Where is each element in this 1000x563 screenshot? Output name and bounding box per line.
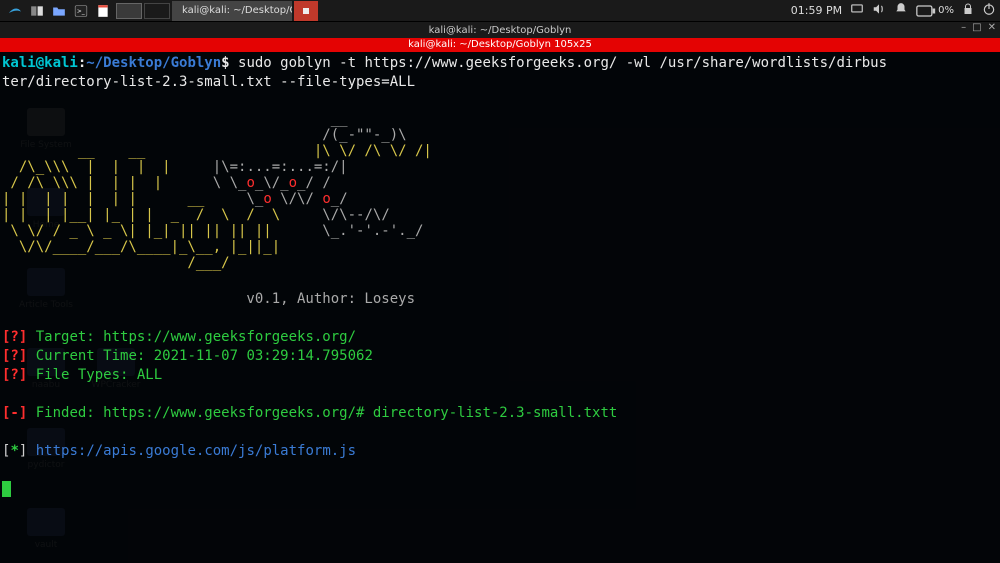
window-minimize-icon[interactable]: –: [961, 22, 966, 33]
filetype-key: File Types:: [27, 367, 137, 383]
terminal-launcher-icon[interactable]: >_: [70, 1, 92, 21]
filetype-value: ALL: [137, 367, 162, 383]
time-key: Current Time:: [27, 348, 153, 364]
clock[interactable]: 01:59 PM: [791, 4, 842, 17]
workspace-2[interactable]: [144, 3, 170, 19]
ascii-art-block: __ /(_-""-_)\ __ __ |\ \/ /\ \/ /| /\_\\…: [2, 111, 998, 271]
svg-text:>_: >_: [77, 8, 85, 14]
marker-dash: [-]: [2, 405, 27, 421]
window-titlebar[interactable]: kali@kali: ~/Desktop/Goblyn – □ ✕: [0, 22, 1000, 38]
kali-menu-icon[interactable]: [4, 1, 26, 21]
window-close-icon[interactable]: ✕: [988, 22, 996, 33]
taskbar-item-label: kali@kali: ~/Desktop/Go...: [182, 5, 292, 16]
prompt-userhost: kali@kali: [2, 55, 78, 71]
battery-percent: 0%: [938, 6, 954, 16]
file-manager-icon[interactable]: [26, 1, 48, 21]
terminal-tab-label: kali@kali: ~/Desktop/Goblyn 105x25: [408, 39, 592, 50]
command-line-2: ter/directory-list-2.3-small.txt --file-…: [2, 74, 415, 90]
display-toggle-icon[interactable]: [850, 2, 864, 19]
notification-bell-icon[interactable]: [894, 2, 908, 19]
found-url: https://apis.google.com/js/platform.js: [36, 443, 356, 459]
marker-question-3: [?]: [2, 367, 27, 383]
marker-star-core: *: [10, 443, 18, 459]
prompt-path: ~/Desktop/Goblyn: [86, 55, 221, 71]
marker-question-2: [?]: [2, 348, 27, 364]
battery-indicator[interactable]: 0%: [916, 5, 954, 17]
window-maximize-icon[interactable]: □: [972, 22, 981, 33]
terminal-window: kali@kali: ~/Desktop/Goblyn – □ ✕ kali@k…: [0, 22, 1000, 563]
window-controls: – □ ✕: [961, 22, 996, 33]
panel-left: >_ kali@kali: ~/Desktop/Go...: [4, 1, 318, 21]
taskbar-item-recorder[interactable]: [294, 1, 318, 21]
terminal-tab-bar[interactable]: kali@kali: ~/Desktop/Goblyn 105x25: [0, 38, 1000, 52]
marker-question-1: [?]: [2, 329, 27, 345]
text-editor-icon[interactable]: [92, 1, 114, 21]
command-line-1: sudo goblyn -t https://www.geeksforgeeks…: [230, 55, 887, 71]
finded-key: Finded:: [27, 405, 103, 421]
panel-right: 01:59 PM 0%: [791, 2, 996, 19]
taskbar-item-terminal[interactable]: kali@kali: ~/Desktop/Go...: [172, 1, 292, 21]
terminal-cursor: [2, 481, 11, 497]
xfce-panel: >_ kali@kali: ~/Desktop/Go... 01:59 PM 0…: [0, 0, 1000, 22]
window-title: kali@kali: ~/Desktop/Goblyn: [429, 25, 572, 36]
finded-value: https://www.geeksforgeeks.org/# director…: [103, 405, 617, 421]
folder-icon[interactable]: [48, 1, 70, 21]
lock-icon[interactable]: [962, 2, 974, 19]
target-key: Target:: [27, 329, 103, 345]
volume-icon[interactable]: [872, 2, 886, 19]
prompt-sep2: $: [221, 55, 229, 71]
terminal-body[interactable]: kali@kali:~/Desktop/Goblyn$ sudo goblyn …: [0, 52, 1000, 563]
ascii-version-line: v0.1, Author: Loseys: [2, 291, 415, 307]
power-icon[interactable]: [982, 2, 996, 19]
found-url-space: [27, 443, 35, 459]
time-value: 2021-11-07 03:29:14.795062: [154, 348, 373, 364]
target-value: https://www.geeksforgeeks.org/: [103, 329, 356, 345]
workspace-1[interactable]: [116, 3, 142, 19]
